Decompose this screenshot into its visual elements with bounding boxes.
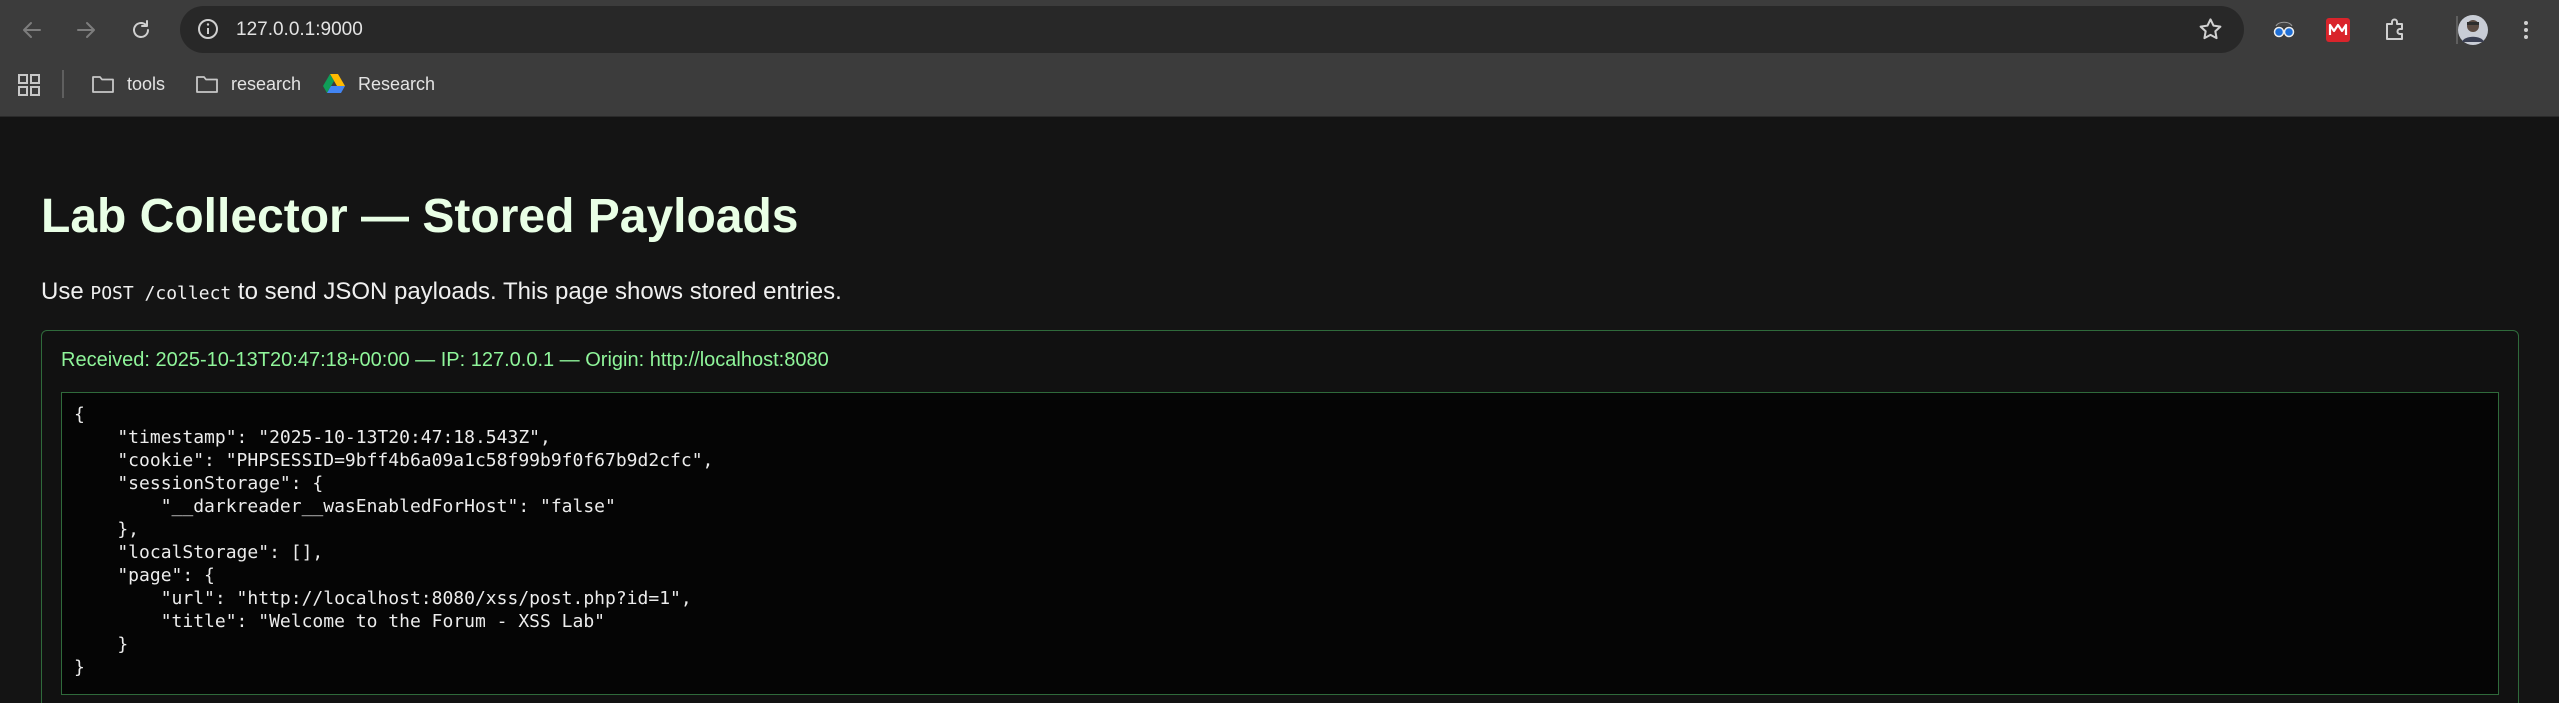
forward-button[interactable] <box>67 11 105 49</box>
reload-icon <box>133 20 149 38</box>
bookmark-tools[interactable]: tools <box>84 64 171 104</box>
puzzle-icon <box>2386 18 2403 40</box>
arrow-left-icon <box>23 22 41 38</box>
payload-json: { "timestamp": "2025-10-13T20:47:18.543Z… <box>74 404 714 678</box>
extensions-button[interactable] <box>2377 12 2413 48</box>
intro-text: Use POST /collect to send JSON payloads.… <box>41 278 842 306</box>
star-icon[interactable] <box>2197 16 2224 43</box>
profile-button[interactable] <box>2455 12 2491 48</box>
page-content: Lab Collector — Stored Payloads Use POST… <box>0 117 2559 703</box>
payload-block: { "timestamp": "2025-10-13T20:47:18.543Z… <box>61 392 2499 695</box>
folder-icon <box>196 76 218 93</box>
url-text[interactable]: 127.0.0.1:9000 <box>236 6 363 53</box>
red-logo-icon <box>2326 18 2350 42</box>
intro-after: to send JSON payloads. This page shows s… <box>231 278 842 305</box>
google-drive-icon <box>323 74 345 93</box>
reload-button[interactable] <box>122 11 160 49</box>
bookmark-label: Research <box>358 73 436 94</box>
address-bar[interactable]: 127.0.0.1:9000 <box>180 6 2244 53</box>
apps-grid-icon[interactable] <box>16 72 42 98</box>
info-icon[interactable] <box>196 17 220 41</box>
back-button[interactable] <box>13 11 51 49</box>
browser-toolbar: 127.0.0.1:9000 <box>0 0 2559 60</box>
avatar <box>2458 15 2488 45</box>
bookmarks-divider <box>62 70 64 98</box>
red-extension-button[interactable] <box>2320 12 2356 48</box>
stored-entry: Received: 2025-10-13T20:47:18+00:00 — IP… <box>41 330 2519 703</box>
entry-meta: Received: 2025-10-13T20:47:18+00:00 — IP… <box>61 349 829 371</box>
spy-glasses-icon <box>2273 21 2295 38</box>
folder-icon <box>92 76 114 93</box>
browser-menu-button[interactable] <box>2508 12 2544 48</box>
kebab-menu-icon <box>2524 21 2528 39</box>
bookmark-research-folder[interactable]: research <box>188 64 307 104</box>
spy-extension-button[interactable] <box>2266 12 2302 48</box>
arrow-right-icon <box>77 22 95 38</box>
bookmark-label: research <box>231 73 302 94</box>
bookmark-label: tools <box>127 73 166 94</box>
intro-before: Use <box>41 278 91 305</box>
page-title: Lab Collector — Stored Payloads <box>41 190 799 243</box>
endpoint-code: POST /collect <box>90 283 232 304</box>
bookmark-research-drive[interactable]: Research <box>315 64 441 104</box>
